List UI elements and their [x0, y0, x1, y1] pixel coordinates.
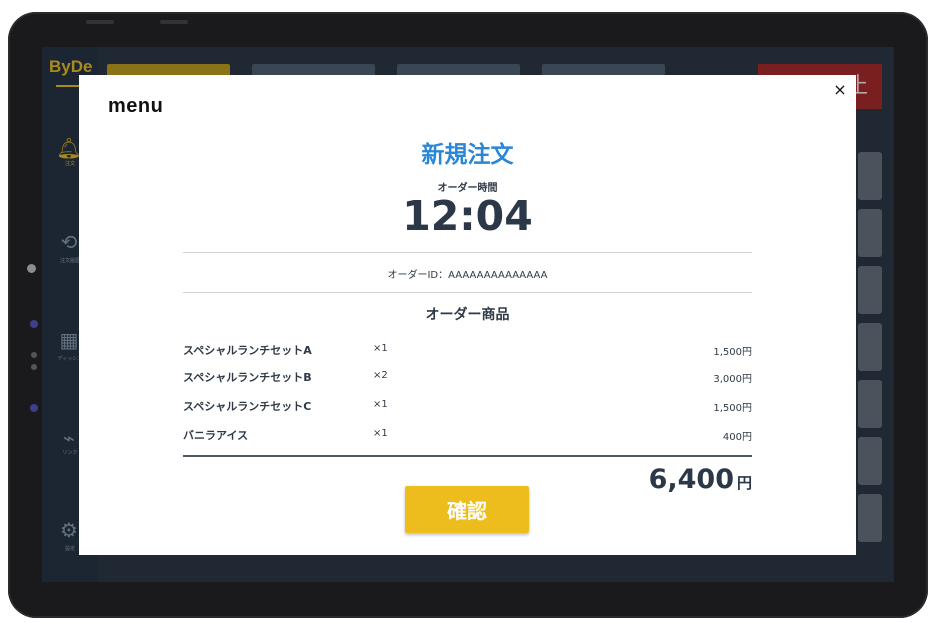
- close-icon[interactable]: ×: [831, 81, 849, 99]
- camera-icon: [27, 264, 36, 273]
- divider: [183, 252, 752, 253]
- menu-logo: menu: [108, 95, 164, 117]
- item-price: 1,500円: [713, 403, 752, 414]
- brand-logo: ByDe: [49, 57, 93, 76]
- sensor-icon: [30, 320, 38, 328]
- items-heading: オーダー商品: [425, 307, 510, 323]
- order-card[interactable]: [858, 323, 882, 371]
- item-name: スペシャルランチセットA: [183, 344, 312, 357]
- total-amount: 6,400: [648, 464, 734, 495]
- new-order-dialog: menu × 新規注文 オーダー時間 12:04 オーダーID：AAAAAAAA…: [79, 75, 856, 555]
- item-qty: ×1: [373, 343, 388, 354]
- order-card[interactable]: [858, 209, 882, 257]
- list-item: スペシャルランチセットB ×2 3,000円: [183, 369, 752, 385]
- sensor-icon: [30, 404, 38, 412]
- item-qty: ×1: [373, 399, 388, 410]
- item-price: 1,500円: [713, 347, 752, 358]
- total-unit: 円: [736, 474, 752, 492]
- hardware-button: [86, 20, 114, 24]
- order-time: 12:04: [402, 192, 533, 240]
- item-name: スペシャルランチセットC: [183, 400, 312, 413]
- item-price: 3,000円: [713, 374, 752, 385]
- total-divider: [183, 455, 752, 457]
- item-price: 400円: [722, 432, 752, 443]
- list-item: スペシャルランチセットA ×1 1,500円: [183, 342, 752, 358]
- list-item: バニラアイス ×1 400円: [183, 427, 752, 443]
- order-card[interactable]: [858, 152, 882, 200]
- item-qty: ×1: [373, 428, 388, 439]
- item-name: スペシャルランチセットB: [183, 371, 312, 384]
- confirm-button[interactable]: 確認: [405, 486, 529, 533]
- item-qty: ×2: [373, 370, 388, 381]
- divider: [183, 292, 752, 293]
- order-id: オーダーID：AAAAAAAAAAAAAA: [387, 270, 548, 281]
- sensor-icon: [31, 364, 37, 370]
- item-name: バニラアイス: [183, 429, 249, 442]
- order-card[interactable]: [858, 380, 882, 428]
- sensor-icon: [31, 352, 37, 358]
- total-price: 6,400 円: [649, 464, 752, 495]
- order-card[interactable]: [858, 437, 882, 485]
- list-item: スペシャルランチセットC ×1 1,500円: [183, 398, 752, 414]
- order-card[interactable]: [858, 266, 882, 314]
- brand-underline: [56, 85, 80, 87]
- hardware-button: [160, 20, 188, 24]
- dialog-title: 新規注文: [421, 142, 514, 168]
- order-card[interactable]: [858, 494, 882, 542]
